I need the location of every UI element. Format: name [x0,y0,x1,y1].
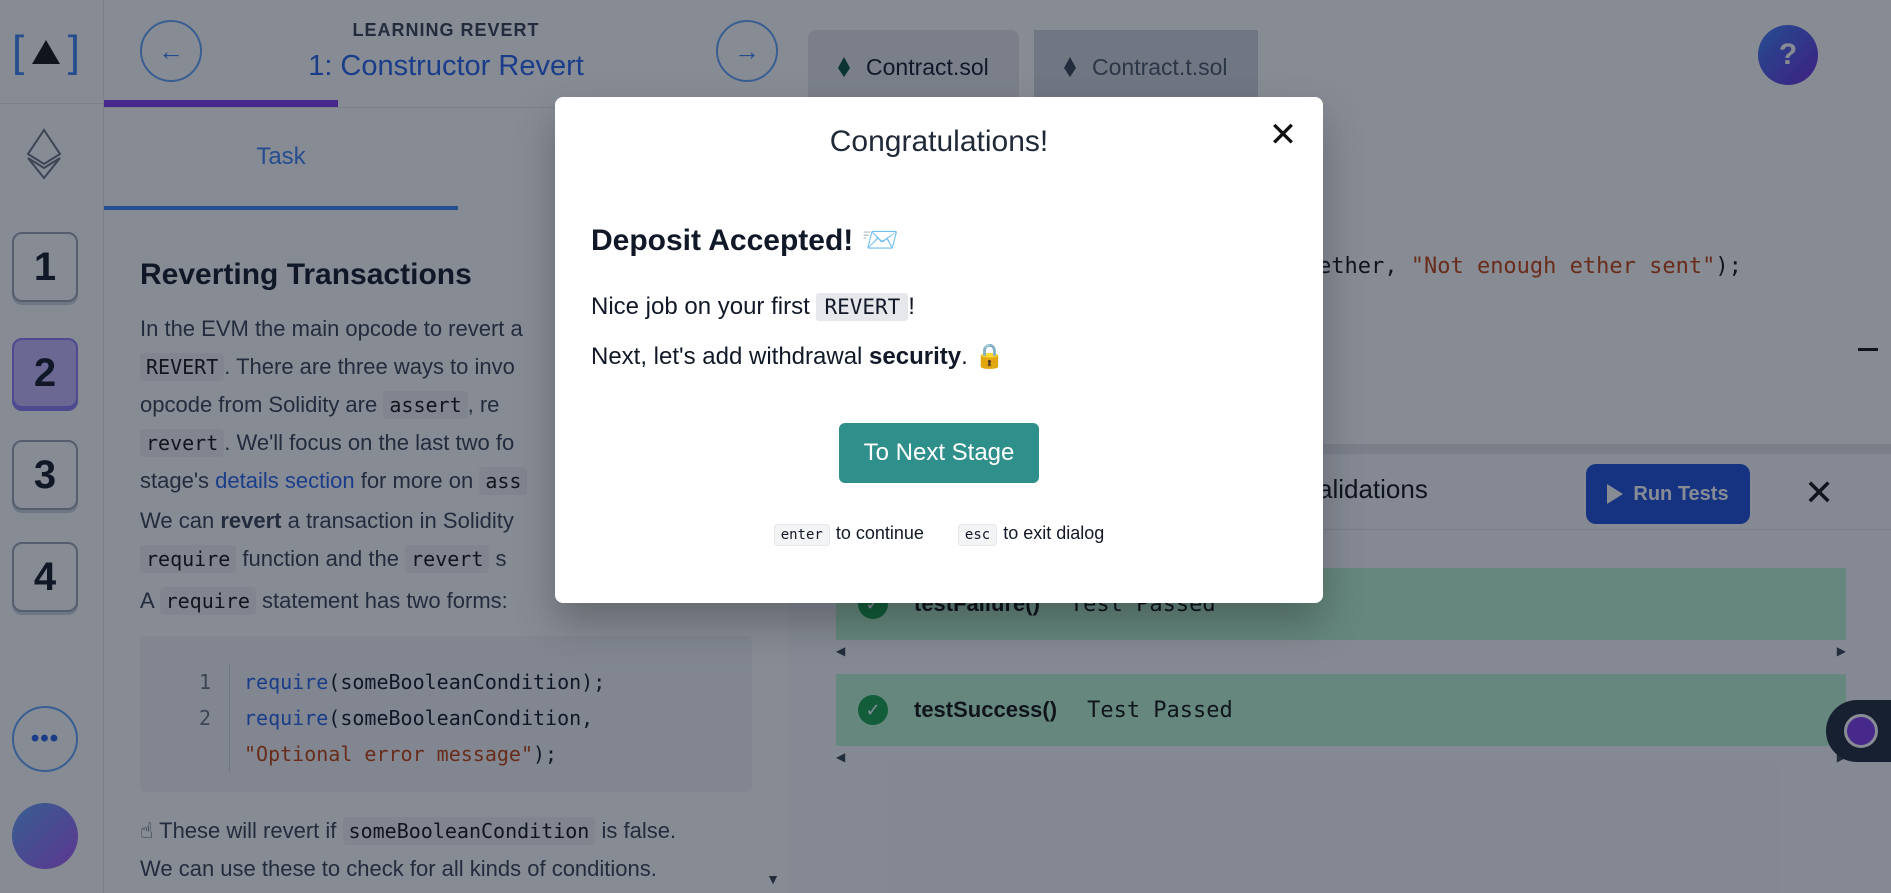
dialog-title: Congratulations! [829,125,1049,158]
enter-key: enter [773,524,830,546]
text: ! [908,293,915,320]
hint-text: to exit dialog [1003,523,1105,543]
congratulations-dialog: Congratulations! ✕ Deposit Accepted! 📨 N… [555,97,1323,603]
to-next-stage-button[interactable]: To Next Stage [839,423,1039,483]
hint-text: to continue [835,523,924,543]
dialog-message-2: Next, let's add withdrawal security. 🔒 [591,342,1004,371]
dialog-heading: Deposit Accepted! 📨 [591,224,899,257]
text: . 🔒 [961,343,1005,370]
close-icon[interactable]: ✕ [1263,115,1303,155]
hint-exit: esc to exit dialog [957,523,1105,546]
text: Next, let's add withdrawal [591,343,863,370]
esc-key: esc [957,524,998,546]
hint-continue: enter to continue [773,523,924,546]
text: Nice job on your first [591,293,810,320]
keyboard-hints: enter to continue esc to exit dialog [555,523,1323,546]
dialog-message-1: Nice job on your first REVERT! [591,293,915,321]
bold-text: security [869,343,962,370]
inline-code: REVERT [816,293,909,321]
